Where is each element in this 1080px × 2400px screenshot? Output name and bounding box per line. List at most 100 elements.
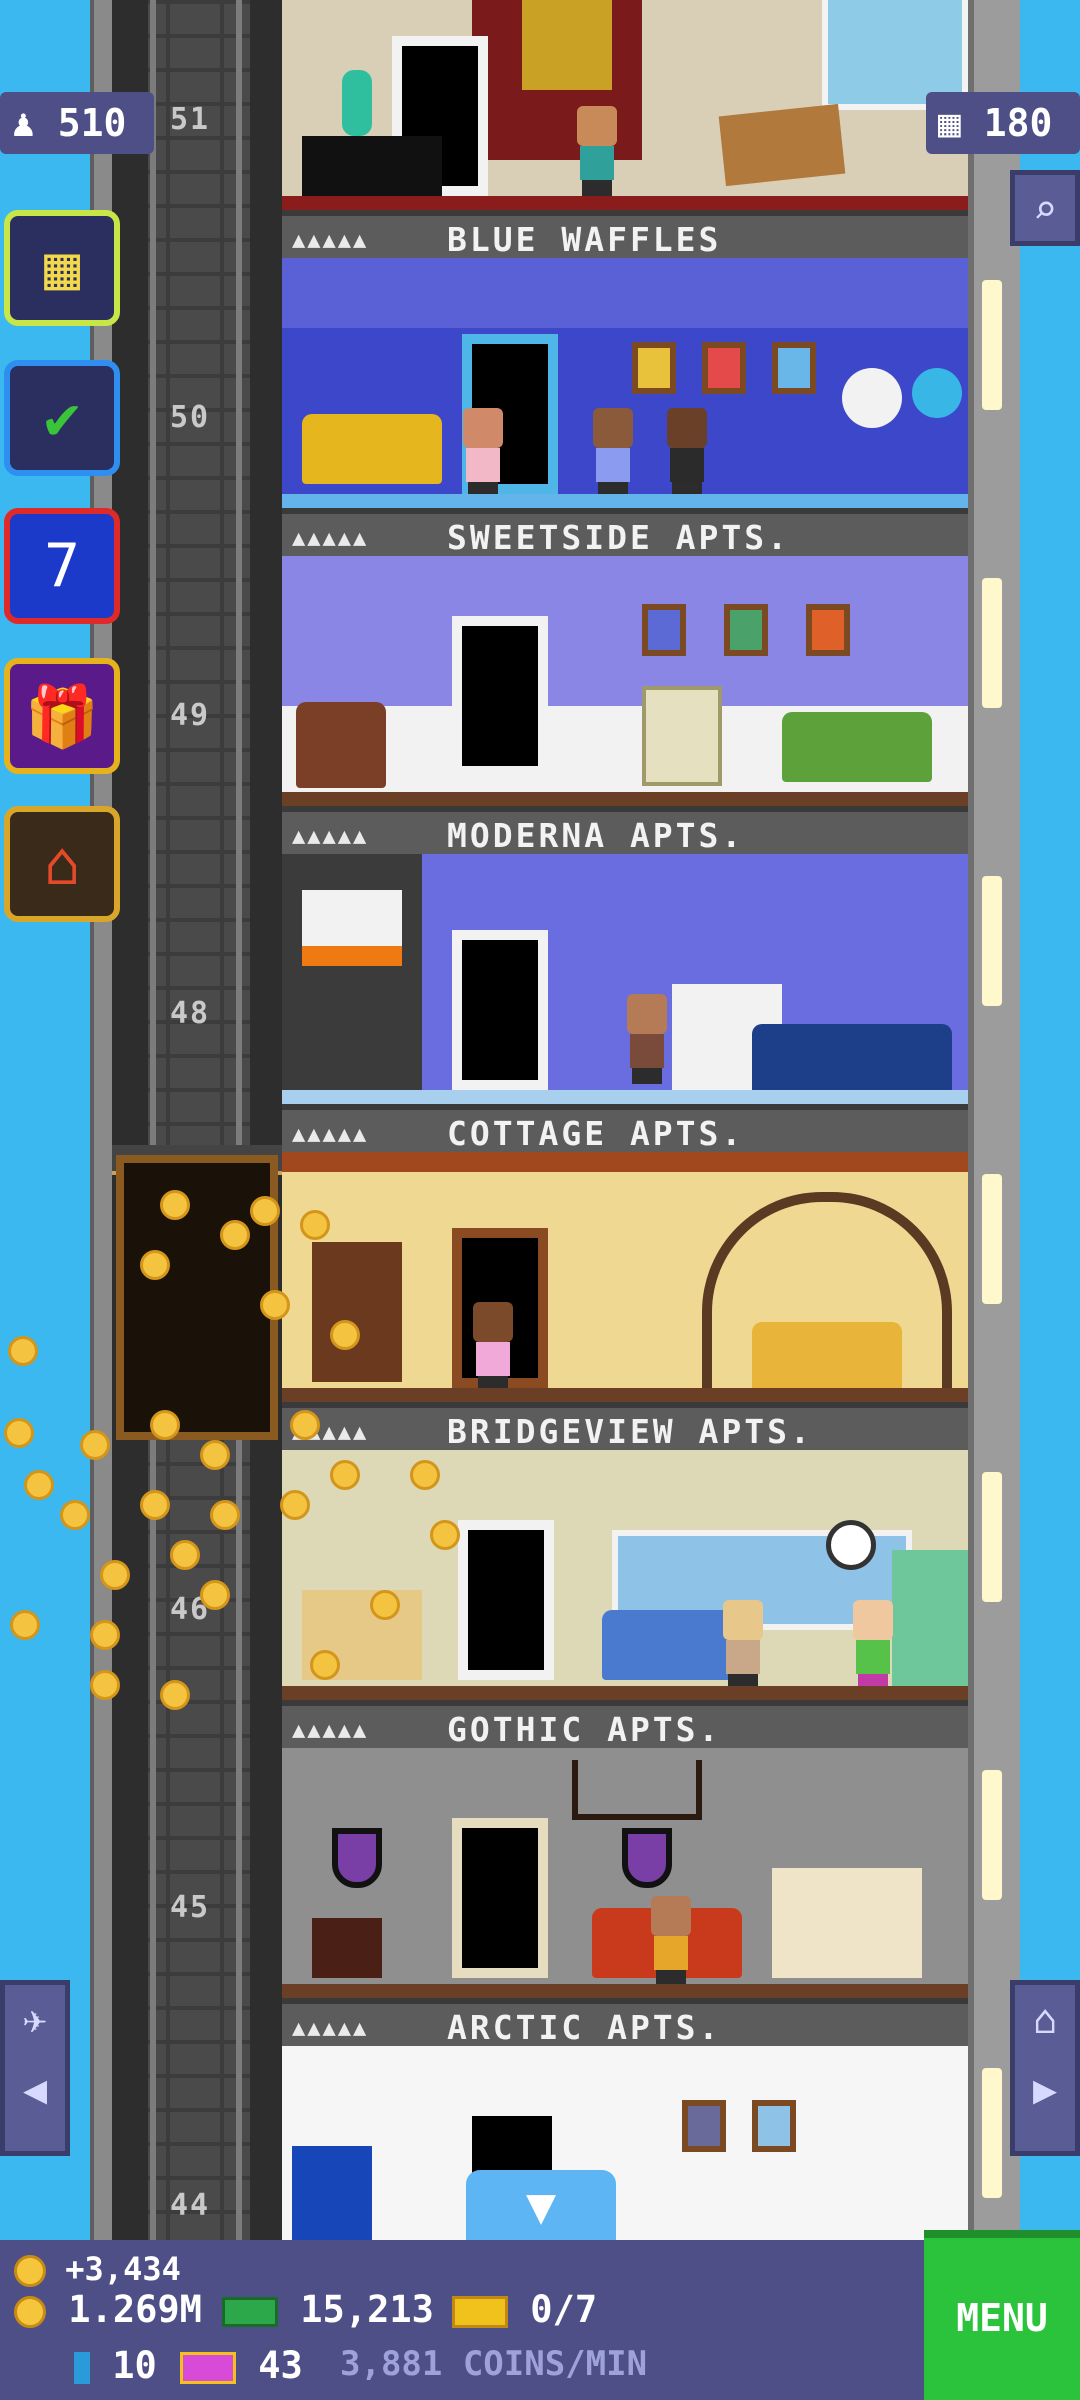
coin-icon [60,1500,90,1530]
sofa [302,414,442,484]
tickets-counter[interactable]: 0/7 [452,2288,597,2331]
resident[interactable] [468,1302,518,1392]
elevator-car[interactable] [116,1155,278,1440]
window-light [982,1174,1002,1304]
floor-name: MODERNA APTS. [447,816,745,854]
room-interior [282,556,968,806]
floor-count-counter[interactable]: ▦ 180 [926,92,1080,154]
floor-stars: ▲▲▲▲▲ [292,824,369,849]
search-icon: ⌕ [1032,187,1058,233]
missions-button[interactable]: ✔ [4,360,120,476]
coin-icon [290,1410,320,1440]
floor-count-value: 180 [983,101,1053,145]
floor-label-bar[interactable]: ▲▲▲▲▲ MODERNA APTS. [282,806,968,854]
room-interior [282,258,968,508]
coin-icon [310,1650,340,1680]
coins-delta: +3,434 [14,2250,181,2288]
floor-label-bar[interactable]: ▲▲▲▲▲ BRIDGEVIEW APTS. [282,1402,968,1450]
room-interior [282,2046,968,2240]
resident[interactable] [848,1600,898,1690]
coin-icon [100,1560,130,1590]
airplane-icon: ✈ [22,1997,48,2043]
elevator-cable-right [236,0,242,2240]
coin-icon [14,2255,46,2287]
floor-label-bar[interactable]: ▲▲▲▲▲ GOTHIC APTS. [282,1700,968,1748]
apartment-door[interactable] [452,1818,548,1978]
coin-icon [170,1540,200,1570]
floor-strip [282,494,968,508]
apartment-door[interactable] [452,616,548,776]
floor-bridgeview-apts[interactable]: ▲▲▲▲▲ BRIDGEVIEW APTS. [282,1152,968,1450]
resident[interactable] [622,994,672,1084]
floor-label-bar[interactable]: ▲▲▲▲▲ ARCTIC APTS. [282,1998,968,2046]
left-nav-tab[interactable]: ✈ ◀ [0,1980,70,2156]
bux-icon [222,2296,278,2327]
gold-wall [522,0,612,90]
vip-icon [180,2351,236,2384]
apartment-door[interactable] [452,930,548,1090]
coins-per-min: 3,881 COINS/MIN [340,2344,648,2384]
gift-button[interactable]: 🎁 [4,658,120,774]
resident[interactable] [588,408,638,498]
bux-counter[interactable]: 15,213 [222,2288,434,2331]
armchair [296,702,386,788]
coin-icon [10,1610,40,1640]
floor-cottage-apts[interactable]: ▲▲▲▲▲ COTTAGE APTS. [282,854,968,1152]
floor-partial-white[interactable] [282,2046,968,2240]
floor-label-bar[interactable]: ▲▲▲▲▲ BLUE WAFFLES [282,210,968,258]
coins-total[interactable]: 1.269M [14,2288,202,2331]
coin-icon [160,1680,190,1710]
vip-value: 43 [258,2344,303,2387]
window-light [982,578,1002,708]
floor-number-44: 44 [169,2188,211,2223]
right-nav-tab[interactable]: ⌂ ▶ [1010,1980,1080,2156]
apartment-door[interactable] [458,1520,554,1680]
resident[interactable] [718,1600,768,1690]
shield-icon [622,1828,672,1888]
coin-icon [410,1460,440,1490]
floor-blue-waffles[interactable]: ▲▲▲▲▲ BLUE WAFFLES [282,0,968,258]
art-panel [302,890,402,966]
coin-icon [220,1220,250,1250]
gems-counter[interactable]: 10 [74,2344,157,2387]
floor-number-51: 51 [169,102,211,137]
coin-icon [330,1320,360,1350]
coin-icon [160,1190,190,1220]
coin-icon [90,1620,120,1650]
window-light [982,1770,1002,1900]
floor-arctic-apts[interactable]: ▲▲▲▲▲ ARCTIC APTS. [282,1748,968,2046]
moving-box [718,103,846,187]
coin-icon [200,1580,230,1610]
floor-moderna-apts[interactable]: ▲▲▲▲▲ MODERNA APTS. [282,556,968,854]
population-counter[interactable]: ♟ 510 [0,92,154,154]
picture-frame [682,2100,726,2152]
building-button[interactable]: ▦ [4,210,120,326]
floor-label-bar[interactable]: ▲▲▲▲▲ SWEETSIDE APTS. [282,508,968,556]
floor-strip [282,1984,968,1998]
building-icon: ▦ [43,233,81,303]
right-arrow-icon: ▶ [1032,2067,1058,2113]
side-table [312,1918,382,1978]
resident[interactable] [646,1896,696,1986]
resident[interactable] [458,408,508,498]
vip-counter[interactable]: 43 [180,2344,303,2387]
floor-name: BRIDGEVIEW APTS. [447,1412,813,1450]
floor-name: COTTAGE APTS. [447,1114,745,1152]
picture-frame [632,342,676,394]
search-button[interactable]: ⌕ [1010,170,1080,246]
floor-strip [282,792,968,806]
menu-button[interactable]: MENU [924,2230,1080,2400]
resident[interactable] [662,408,712,498]
resident[interactable] [572,106,622,196]
room-interior [282,1748,968,1998]
fireplace [772,1868,922,1978]
scroll-down-button[interactable]: ▼ [466,2170,616,2242]
market-button[interactable]: ⌂ [4,806,120,922]
calendar-icon: 7 [43,531,81,601]
window-light [982,2068,1002,2198]
floor-sweetside-apts[interactable]: ▲▲▲▲▲ SWEETSIDE APTS. [282,258,968,556]
shaft-edge-right [250,0,282,2240]
calendar-button[interactable]: 7 [4,508,120,624]
flower [912,368,962,418]
floor-label-bar[interactable]: ▲▲▲▲▲ COTTAGE APTS. [282,1104,968,1152]
